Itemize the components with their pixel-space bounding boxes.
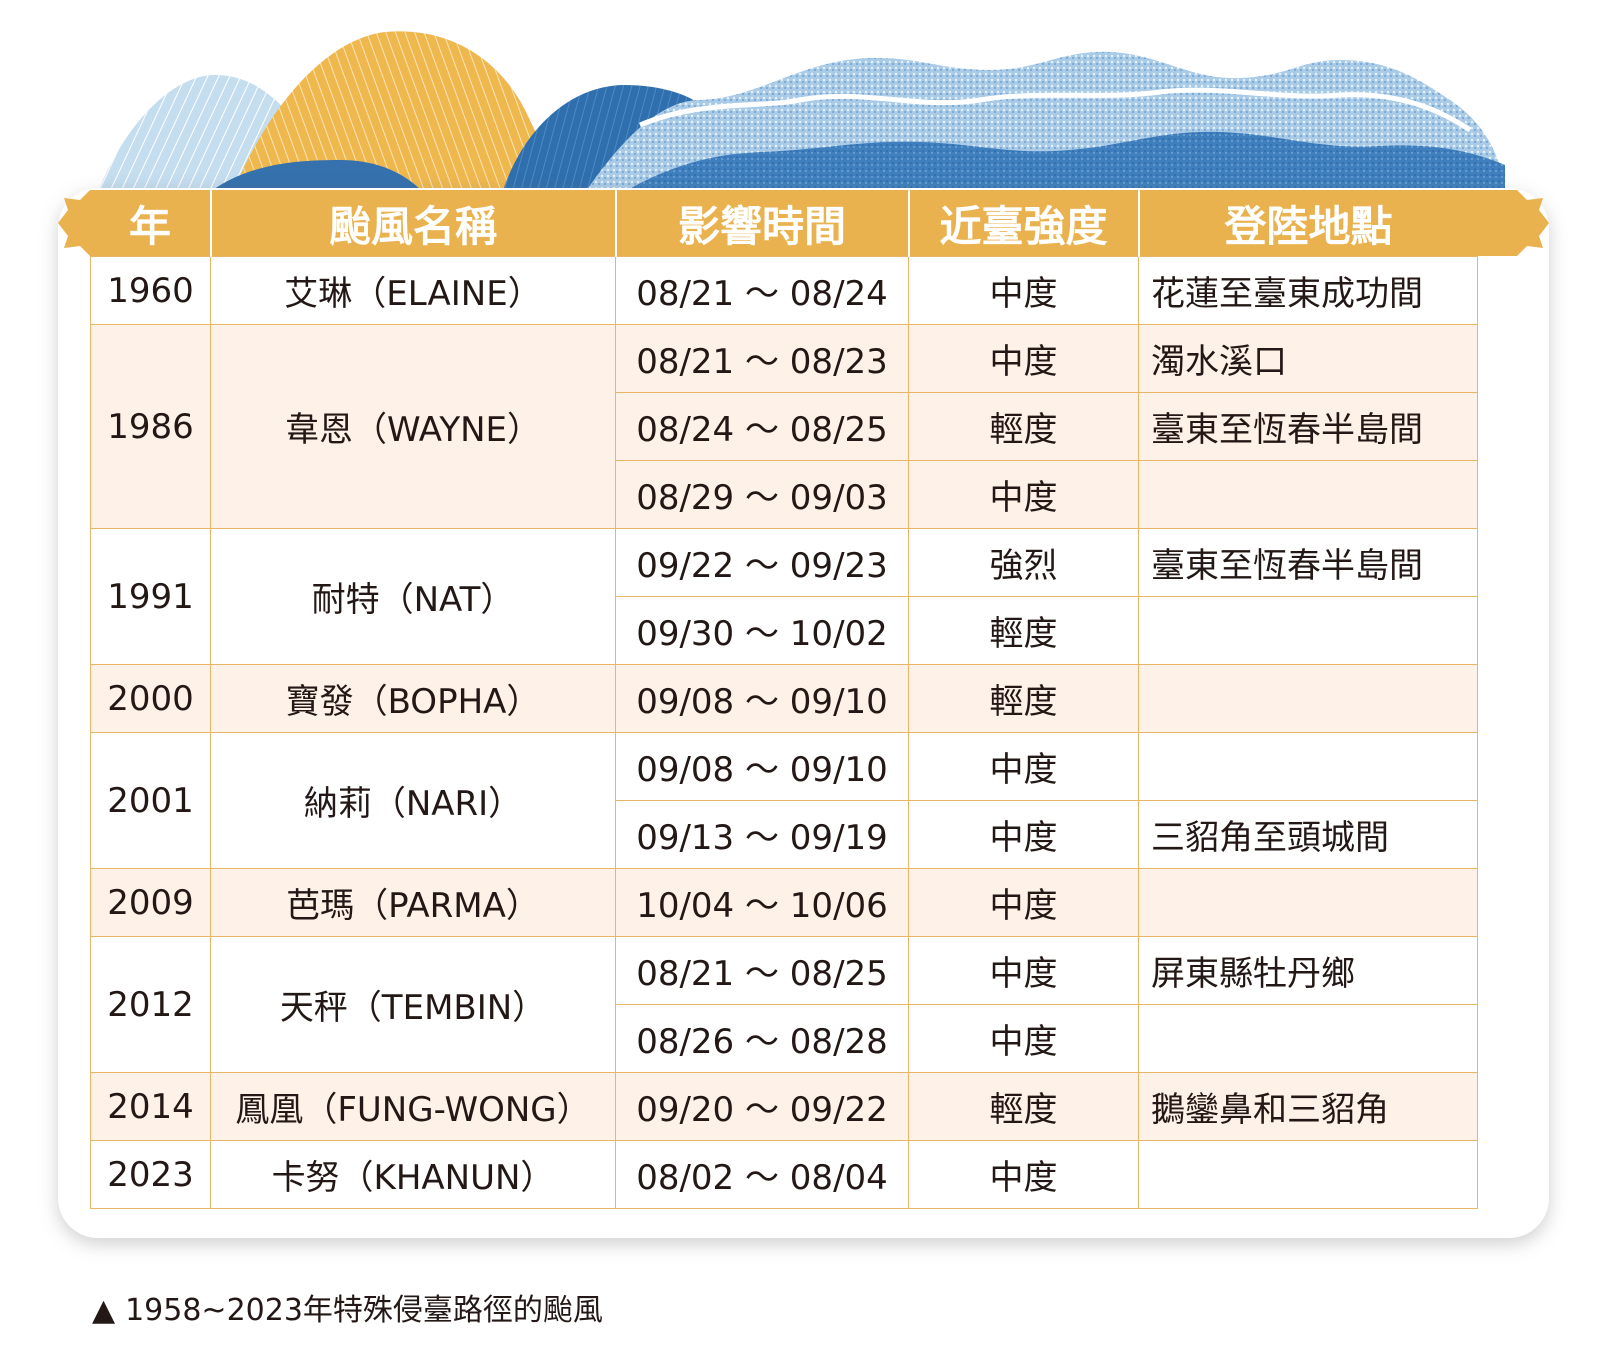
cell-typhoon-name: 韋恩（WAYNE）: [210, 324, 616, 529]
cell-impact-period: 10/04 ～ 10/06: [615, 868, 909, 937]
cell-typhoon-name: 納莉（NARI）: [210, 732, 616, 869]
cell-intensity: 強烈: [908, 528, 1139, 597]
cell-intensity: 輕度: [908, 596, 1139, 665]
cell-landfall-location: [1138, 1140, 1478, 1209]
table-row: 1960 艾琳（ELAINE） 08/21 ～ 08/24 中度 花蓮至臺東成功間: [90, 256, 1478, 325]
cell-landfall-location: [1138, 1004, 1478, 1073]
cell-impact-period: 08/24 ～ 08/25: [615, 392, 909, 461]
cell-landfall-location: 濁水溪口: [1138, 324, 1478, 393]
table-row: 2023 卡努（KHANUN） 08/02 ～ 08/04 中度: [90, 1140, 1478, 1209]
cell-intensity: 輕度: [908, 392, 1139, 461]
typhoon-table: 年 颱風名稱 影響時間 近臺強度 登陸地點 1960 艾琳（ELAINE） 08/2…: [90, 190, 1478, 1209]
table-row: 1986 韋恩（WAYNE） 08/21 ～ 08/23 中度 濁水溪口: [90, 324, 1478, 529]
cell-impact-period: 09/08 ～ 09/10: [615, 732, 909, 801]
cell-impact-period: 08/02 ～ 08/04: [615, 1140, 909, 1209]
cell-landfall-location: 鵝鑾鼻和三貂角: [1138, 1072, 1478, 1141]
cell-intensity: 中度: [908, 936, 1139, 1005]
cell-year: 1986: [90, 324, 211, 529]
cell-impact-period: 09/13 ～ 09/19: [615, 800, 909, 869]
figure-caption: ▲ 1958~2023年特殊侵臺路徑的颱風: [92, 1285, 603, 1329]
cell-impact-period: 08/21 ～ 08/24: [615, 256, 909, 325]
cell-year: 2009: [90, 868, 211, 937]
header-landfall-location: 登陸地點: [1137, 190, 1478, 257]
cell-year: 2014: [90, 1072, 211, 1141]
cell-impact-period: 09/20 ～ 09/22: [615, 1072, 909, 1141]
cell-typhoon-name: 鳳凰（FUNG-WONG）: [210, 1072, 616, 1141]
table-row: 2001 納莉（NARI） 09/08 ～ 09/10 中度: [90, 732, 1478, 869]
cell-typhoon-name: 艾琳（ELAINE）: [210, 256, 616, 325]
cell-landfall-location: 花蓮至臺東成功間: [1138, 256, 1478, 325]
cell-typhoon-name: 耐特（NAT）: [210, 528, 616, 665]
cell-landfall-location: [1138, 596, 1478, 665]
cell-year: 2000: [90, 664, 211, 733]
table-row: 2009 芭瑪（PARMA） 10/04 ～ 10/06 中度: [90, 868, 1478, 937]
cell-landfall-location: [1138, 732, 1478, 801]
cell-impact-period: 08/29 ～ 09/03: [615, 460, 909, 529]
cell-year: 2023: [90, 1140, 211, 1209]
cell-intensity: 中度: [908, 732, 1139, 801]
header-year: 年: [90, 190, 212, 257]
table-row: 2000 寶發（BOPHA） 09/08 ～ 09/10 輕度: [90, 664, 1478, 733]
table-row: 1991 耐特（NAT） 09/22 ～ 09/23 強烈 臺東至恆春半島間: [90, 528, 1478, 665]
cell-intensity: 中度: [908, 324, 1139, 393]
header-typhoon-name: 颱風名稱: [209, 190, 617, 257]
cell-landfall-location: [1138, 664, 1478, 733]
cell-impact-period: 08/21 ～ 08/23: [615, 324, 909, 393]
cell-impact-period: 09/22 ～ 09/23: [615, 528, 909, 597]
cell-intensity: 中度: [908, 800, 1139, 869]
cell-landfall-location: [1138, 868, 1478, 937]
cell-typhoon-name: 寶發（BOPHA）: [210, 664, 616, 733]
table-row: 2012 天秤（TEMBIN） 08/21 ～ 08/25 中度 屏東縣牡丹鄉: [90, 936, 1478, 1073]
header-impact-period: 影響時間: [614, 190, 910, 257]
cell-year: 2001: [90, 732, 211, 869]
cell-typhoon-name: 天秤（TEMBIN）: [210, 936, 616, 1073]
triangle-icon: ▲: [92, 1293, 116, 1328]
cell-intensity: 中度: [908, 1004, 1139, 1073]
cell-typhoon-name: 芭瑪（PARMA）: [210, 868, 616, 937]
cell-year: 2012: [90, 936, 211, 1073]
cell-landfall-location: 三貂角至頭城間: [1138, 800, 1478, 869]
table-body: 1960 艾琳（ELAINE） 08/21 ～ 08/24 中度 花蓮至臺東成功間 198…: [90, 256, 1478, 1209]
cell-intensity: 中度: [908, 868, 1139, 937]
cell-landfall-location: [1138, 460, 1478, 529]
cell-impact-period: 09/30 ～ 10/02: [615, 596, 909, 665]
cell-year: 1960: [90, 256, 211, 325]
cell-impact-period: 09/08 ～ 09/10: [615, 664, 909, 733]
cell-intensity: 中度: [908, 256, 1139, 325]
table-row: 2014 鳳凰（FUNG-WONG） 09/20 ～ 09/22 輕度 鵝鑾鼻和三貂角: [90, 1072, 1478, 1141]
cell-intensity: 中度: [908, 460, 1139, 529]
cell-landfall-location: 臺東至恆春半島間: [1138, 528, 1478, 597]
caption-text: 1958~2023年特殊侵臺路徑的颱風: [125, 1293, 603, 1328]
table-header-row: 年 颱風名稱 影響時間 近臺強度 登陸地點: [90, 190, 1478, 257]
cell-typhoon-name: 卡努（KHANUN）: [210, 1140, 616, 1209]
cell-impact-period: 08/21 ～ 08/25: [615, 936, 909, 1005]
cell-year: 1991: [90, 528, 211, 665]
header-intensity: 近臺強度: [907, 190, 1140, 257]
cell-landfall-location: 屏東縣牡丹鄉: [1138, 936, 1478, 1005]
cell-impact-period: 08/26 ～ 08/28: [615, 1004, 909, 1073]
cell-intensity: 輕度: [908, 1072, 1139, 1141]
cell-intensity: 輕度: [908, 664, 1139, 733]
cell-intensity: 中度: [908, 1140, 1139, 1209]
cell-landfall-location: 臺東至恆春半島間: [1138, 392, 1478, 461]
